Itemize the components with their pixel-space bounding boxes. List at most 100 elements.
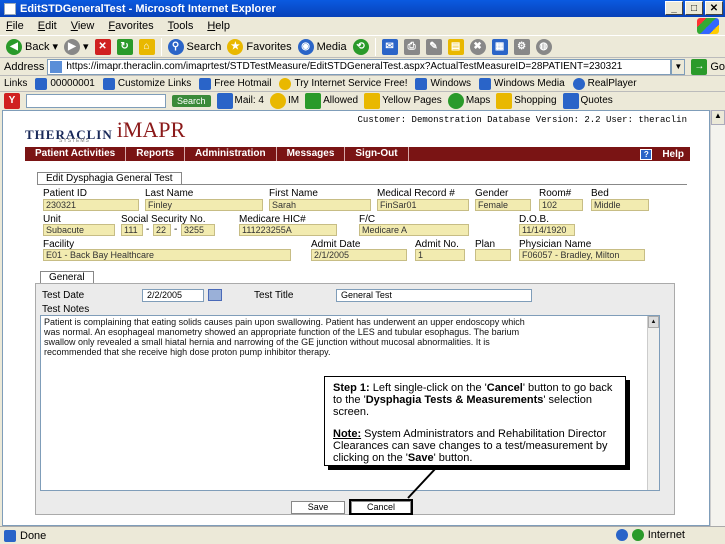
- admit-date-field: 2/1/2005: [311, 249, 407, 261]
- print-icon[interactable]: ⎙: [403, 38, 420, 55]
- cancel-highlight: [349, 499, 413, 515]
- yahoo-quotes[interactable]: Quotes: [562, 92, 613, 109]
- label-gender: Gender: [475, 188, 509, 199]
- yahoo-yellow-pages[interactable]: Yellow Pages: [364, 92, 442, 109]
- callout-text: Left single-click on the ': [372, 382, 487, 394]
- nav-reports[interactable]: Reports: [126, 147, 186, 161]
- yahoo-search-input[interactable]: [26, 93, 166, 108]
- edit-icon[interactable]: ✎: [425, 38, 442, 55]
- callout-cancel-word: Cancel: [486, 382, 523, 394]
- research-icon[interactable]: ▦: [491, 38, 508, 55]
- yahoo-im[interactable]: IM: [269, 92, 299, 109]
- save-button[interactable]: Save: [291, 501, 345, 514]
- callout-text: clicking on the ': [333, 452, 408, 464]
- nav-messages[interactable]: Messages: [277, 147, 346, 161]
- yahoo-icon[interactable]: Y: [4, 92, 20, 109]
- nav-administration[interactable]: Administration: [185, 147, 277, 161]
- quotes-icon: [562, 92, 579, 109]
- customer-info: Customer: Demonstration Database Version…: [357, 115, 687, 125]
- ssn-part3-field: 3255: [181, 224, 215, 236]
- yahoo-allowed[interactable]: Allowed: [305, 92, 358, 109]
- media-button[interactable]: ◉ Media: [297, 37, 347, 57]
- status-bar: Done Internet: [0, 526, 725, 544]
- mail-icon[interactable]: ✉: [381, 38, 398, 55]
- back-arrow-icon: ◀: [6, 38, 22, 55]
- link-item[interactable]: Customize Links: [102, 77, 191, 90]
- link-item[interactable]: RealPlayer: [572, 77, 637, 90]
- search-button[interactable]: ⚲ Search: [167, 37, 221, 57]
- yahoo-maps[interactable]: Maps: [447, 92, 490, 109]
- links-label: Links: [4, 78, 28, 89]
- link-item[interactable]: Windows: [415, 77, 471, 90]
- unit-field: Subacute: [43, 224, 115, 236]
- media-icon: ◉: [297, 38, 314, 55]
- last-name-field: Finley: [145, 199, 263, 211]
- yahoo-shopping[interactable]: Shopping: [496, 92, 557, 109]
- discuss-icon[interactable]: ▤: [447, 38, 464, 55]
- menu-tools[interactable]: Tools: [168, 20, 194, 32]
- calendar-icon[interactable]: [208, 289, 222, 301]
- callout-text: ' button to go back: [522, 382, 613, 394]
- notes-scrollbar[interactable]: ▲: [647, 316, 659, 490]
- callout-line: clicking on the 'Save' button.: [333, 452, 617, 464]
- notes-line: Patient is complaining that eating solid…: [44, 317, 525, 327]
- forward-button[interactable]: ▶ ▾: [64, 37, 89, 57]
- tools-icon[interactable]: ⚙: [513, 38, 530, 55]
- test-date-input[interactable]: 2/2/2005: [142, 289, 204, 302]
- maps-icon: [447, 92, 464, 109]
- notes-line: recommended that she receive high dose p…: [44, 347, 331, 357]
- home-icon[interactable]: ⌂: [138, 38, 155, 55]
- label-room: Room#: [539, 188, 572, 199]
- menu-view[interactable]: View: [71, 20, 95, 32]
- notes-line: was normal. An esophageal manometry show…: [44, 327, 520, 337]
- menu-edit[interactable]: Edit: [38, 20, 57, 32]
- ssn-dash: -: [146, 224, 150, 235]
- menu-help[interactable]: Help: [207, 20, 230, 32]
- menu-file[interactable]: File: [6, 20, 24, 32]
- standard-toolbar: ◀ Back ▾ ▶ ▾ ✕ ↻ ⌂ ⚲ Search ★ Favorites …: [0, 35, 725, 57]
- back-button[interactable]: ◀ Back ▾: [6, 37, 58, 57]
- ssn-part2-field: 22: [153, 224, 171, 236]
- forward-arrow-icon: ▶: [64, 38, 80, 55]
- label-patient-id: Patient ID: [43, 188, 87, 199]
- callout-save-word: Save: [407, 452, 434, 464]
- address-input[interactable]: https://imapr.theraclin.com/imaprtest/ST…: [47, 58, 672, 75]
- stop-icon[interactable]: ✕: [94, 38, 111, 55]
- link-item[interactable]: Free Hotmail: [199, 77, 271, 90]
- messenger-icon[interactable]: ✖: [469, 38, 486, 55]
- scroll-up-icon[interactable]: ▲: [648, 316, 659, 328]
- maximize-button[interactable]: □: [685, 1, 703, 15]
- favorites-button[interactable]: ★ Favorites: [227, 37, 292, 57]
- toolbar-separator: [160, 37, 162, 56]
- test-title-input[interactable]: General Test: [336, 289, 532, 302]
- label-bed: Bed: [591, 188, 609, 199]
- tab-general[interactable]: General: [40, 271, 94, 283]
- yahoo-mail[interactable]: Mail: 4: [216, 92, 264, 109]
- instruction-callout: Step 1: Left single-click on the 'Cancel…: [324, 376, 626, 466]
- close-button[interactable]: ✕: [705, 1, 723, 15]
- link-item[interactable]: Try Internet Service Free!: [279, 77, 407, 90]
- nav-patient-activities[interactable]: Patient Activities: [25, 147, 127, 161]
- popup-blocker-icon: [305, 92, 322, 109]
- address-dropdown[interactable]: ▼: [671, 58, 686, 75]
- link-item[interactable]: 00000001: [35, 77, 95, 90]
- menu-favorites[interactable]: Favorites: [108, 20, 153, 32]
- go-button[interactable]: → Go: [691, 58, 725, 75]
- minimize-button[interactable]: _: [665, 1, 683, 15]
- history-icon[interactable]: ⟲: [352, 38, 369, 55]
- link-item[interactable]: Windows Media: [479, 77, 565, 90]
- page-scrollbar[interactable]: ▲: [710, 110, 725, 526]
- chat-icon[interactable]: ◍: [535, 38, 552, 55]
- yahoo-search-button[interactable]: Search: [172, 94, 211, 107]
- link-page-icon: [35, 77, 48, 90]
- help-link[interactable]: ? Help: [640, 147, 684, 161]
- yahoo-yp-label: Yellow Pages: [382, 95, 442, 106]
- windows-logo-icon: [697, 18, 719, 34]
- window-controls: _ □ ✕: [665, 1, 723, 15]
- nav-sign-out[interactable]: Sign-Out: [345, 147, 409, 161]
- systems-text: SYSTEMS: [59, 138, 90, 144]
- help-label: Help: [662, 148, 684, 160]
- scroll-up-icon[interactable]: ▲: [711, 110, 725, 125]
- refresh-icon[interactable]: ↻: [116, 38, 133, 55]
- label-last-name: Last Name: [145, 188, 194, 199]
